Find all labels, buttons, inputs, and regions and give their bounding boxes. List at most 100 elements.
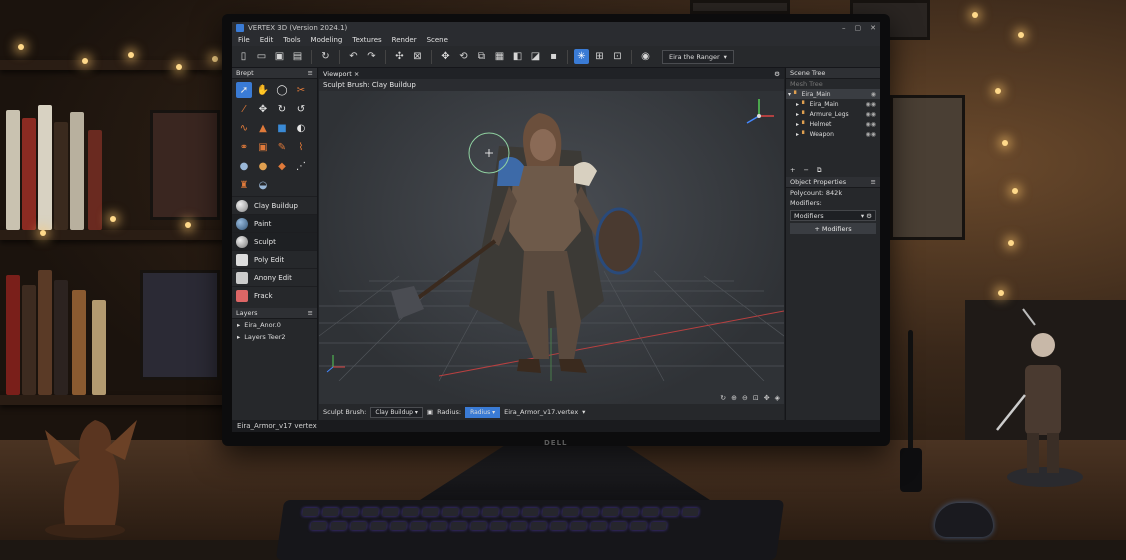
- eye-icon[interactable]: ◉◉: [866, 111, 876, 118]
- menu-file[interactable]: File: [238, 36, 250, 44]
- menu-edit[interactable]: Edit: [260, 36, 274, 44]
- fit-icon[interactable]: ⊡: [753, 394, 759, 402]
- refresh-icon[interactable]: ↻: [318, 49, 333, 64]
- minimize-button[interactable]: –: [842, 24, 846, 32]
- menu-textures[interactable]: Textures: [352, 36, 381, 44]
- render-icon[interactable]: ◉: [638, 49, 653, 64]
- smooth-icon[interactable]: ⋰: [293, 158, 309, 174]
- pen-icon[interactable]: ✎: [274, 139, 290, 155]
- camera-icon[interactable]: ◈: [775, 394, 780, 402]
- rotate-icon[interactable]: ⟲: [456, 49, 471, 64]
- panel-menu-icon[interactable]: ≡: [308, 309, 313, 317]
- viewport-canvas[interactable]: ↻ ⊕ ⊖ ⊡ ✥ ◈: [319, 91, 784, 404]
- bucket-icon[interactable]: ◒: [255, 177, 271, 193]
- gizmo-icon[interactable]: ✳: [574, 49, 589, 64]
- duplicate-icon[interactable]: ⧉: [817, 166, 822, 175]
- move-icon[interactable]: ✥: [438, 49, 453, 64]
- duplicate-icon[interactable]: ⧉: [474, 49, 489, 64]
- eye-icon[interactable]: ◉: [871, 91, 876, 98]
- add-icon[interactable]: +: [790, 166, 795, 174]
- knife-icon[interactable]: ⁄: [236, 101, 252, 117]
- menu-scene[interactable]: Scene: [427, 36, 448, 44]
- zoom-in-icon[interactable]: ⊕: [731, 394, 737, 402]
- chain-icon[interactable]: ⚭: [236, 139, 252, 155]
- close-button[interactable]: ✕: [870, 24, 876, 32]
- pan-icon[interactable]: ✥: [764, 394, 770, 402]
- modifiers-select[interactable]: Modifiers ▾ ⚙: [790, 210, 876, 221]
- open-folder-icon[interactable]: ▭: [254, 49, 269, 64]
- scene-tree-actions: + − ⧉: [786, 165, 880, 175]
- orbit-icon[interactable]: ↻: [720, 394, 726, 402]
- menu-modeling[interactable]: Modeling: [311, 36, 343, 44]
- brush-sculpt[interactable]: Sculpt: [232, 232, 317, 250]
- rotate-icon[interactable]: ↻: [274, 101, 290, 117]
- panel-menu-icon[interactable]: ≡: [871, 178, 876, 186]
- sculpt-brush-label: Sculpt Brush:: [323, 408, 366, 416]
- tree-spacer: [786, 139, 880, 165]
- rotate-alt-icon[interactable]: ↺: [293, 101, 309, 117]
- brush-frack[interactable]: Frack: [232, 286, 317, 304]
- sphere-icon[interactable]: ●: [236, 158, 252, 174]
- menu-render[interactable]: Render: [392, 36, 417, 44]
- brush-anony-edit[interactable]: Anony Edit: [232, 268, 317, 286]
- paint-bucket-icon[interactable]: ◪: [528, 49, 543, 64]
- tree-item[interactable]: ▸ ▘ Helmet ◉◉: [786, 119, 880, 129]
- remove-icon[interactable]: −: [803, 166, 808, 174]
- crop-icon[interactable]: ✂: [293, 82, 309, 98]
- snap-icon[interactable]: ⊡: [610, 49, 625, 64]
- magnet-icon[interactable]: ✣: [392, 49, 407, 64]
- shape-icon[interactable]: ◐: [293, 120, 309, 136]
- frame-icon[interactable]: ⊠: [410, 49, 425, 64]
- grid-icon[interactable]: ⊞: [592, 49, 607, 64]
- maximize-button[interactable]: ▢: [855, 24, 862, 32]
- save-as-icon[interactable]: ▤: [290, 49, 305, 64]
- brush-paint[interactable]: Paint: [232, 214, 317, 232]
- layer-item[interactable]: ▸ Layers Teer2: [232, 331, 317, 343]
- scene-selector[interactable]: Eira the Ranger ▾: [662, 50, 734, 64]
- bend-icon[interactable]: ∿: [236, 120, 252, 136]
- eye-icon[interactable]: ◉◉: [866, 121, 876, 128]
- redo-icon[interactable]: ↷: [364, 49, 379, 64]
- select-arrow-icon[interactable]: ➚: [236, 82, 252, 98]
- stamp-icon[interactable]: ▪: [546, 49, 561, 64]
- panel-menu-icon[interactable]: ≡: [308, 69, 313, 77]
- scene-tree-filter[interactable]: Mesh Tree: [786, 79, 880, 89]
- texture-icon[interactable]: ◧: [510, 49, 525, 64]
- move-icon[interactable]: ✥: [255, 101, 271, 117]
- undo-icon[interactable]: ↶: [346, 49, 361, 64]
- settings-icon[interactable]: ⚙: [774, 70, 780, 78]
- tree-item[interactable]: ▸ ▘ Eira_Main ◉◉: [786, 99, 880, 109]
- close-icon[interactable]: ×: [354, 70, 359, 78]
- new-file-icon[interactable]: ▯: [236, 49, 251, 64]
- layers-icon[interactable]: ▦: [492, 49, 507, 64]
- radius-select[interactable]: Radius ▾: [465, 407, 500, 418]
- sculpt-brush-select[interactable]: Clay Buildup ▾: [370, 407, 423, 418]
- save-icon[interactable]: ▣: [272, 49, 287, 64]
- chevron-down-icon[interactable]: ▾: [582, 408, 585, 416]
- viewport-tab[interactable]: Viewport ×: [323, 70, 359, 78]
- plane-icon[interactable]: ▣: [255, 139, 271, 155]
- scene-tree-filter-label: Mesh Tree: [790, 80, 823, 88]
- orange-sphere-icon[interactable]: ●: [255, 158, 271, 174]
- tree-item[interactable]: ▾ ▘ Eira_Main ◉: [786, 89, 880, 99]
- tree-item[interactable]: ▸ ▘ Weapon ◉◉: [786, 129, 880, 139]
- diamond-icon[interactable]: ◆: [274, 158, 290, 174]
- menu-tools[interactable]: Tools: [283, 36, 300, 44]
- add-modifier-button[interactable]: + Modifiers: [790, 223, 876, 234]
- cube-icon[interactable]: ■: [274, 120, 290, 136]
- eye-icon[interactable]: ◉◉: [866, 101, 876, 108]
- deform-icon[interactable]: ⌇: [293, 139, 309, 155]
- zoom-out-icon[interactable]: ⊖: [742, 394, 748, 402]
- orientation-gizmo[interactable]: [747, 99, 774, 123]
- tree-item[interactable]: ▸ ▘ Armure_Legs ◉◉: [786, 109, 880, 119]
- lasso-icon[interactable]: ◯: [274, 82, 290, 98]
- lock-icon[interactable]: ▣: [427, 408, 433, 416]
- brush-poly-edit[interactable]: Poly Edit: [232, 250, 317, 268]
- eye-icon[interactable]: ◉◉: [866, 131, 876, 138]
- brush-clay-buildup[interactable]: Clay Buildup: [232, 196, 317, 214]
- frack-icon: [236, 290, 248, 302]
- layer-item[interactable]: ▸ Eira_Anor.0: [232, 319, 317, 331]
- hand-icon[interactable]: ✋: [255, 82, 271, 98]
- flask-icon[interactable]: ♜: [236, 177, 252, 193]
- cone-icon[interactable]: ▲: [255, 120, 271, 136]
